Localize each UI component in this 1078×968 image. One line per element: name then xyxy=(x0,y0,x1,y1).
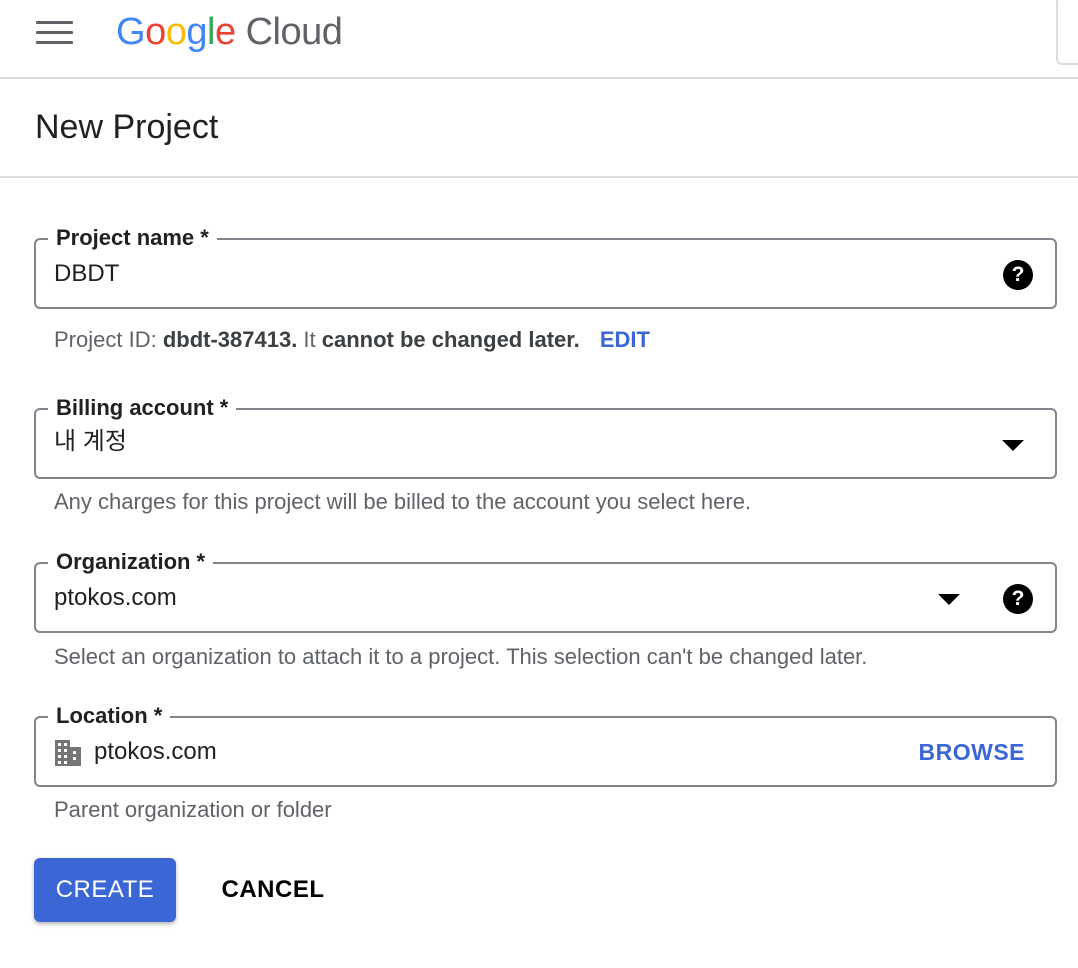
billing-account-value: 내 계정 xyxy=(54,428,127,455)
search-box-edge[interactable] xyxy=(1056,0,1078,65)
chevron-down-icon[interactable] xyxy=(938,594,960,605)
billing-account-label: Billing account * xyxy=(48,393,237,423)
create-button[interactable]: CREATE xyxy=(34,858,176,922)
organization-select[interactable]: Organization * ptokos.com ? xyxy=(34,547,1057,633)
location-hint: Parent organization or folder xyxy=(54,797,332,822)
help-icon[interactable]: ? xyxy=(1003,584,1033,614)
google-cloud-logo[interactable]: Google Cloud xyxy=(116,10,343,58)
organization-hint: Select an organization to attach it to a… xyxy=(54,644,868,669)
project-name-field[interactable]: Project name * DBDT ? xyxy=(34,223,1057,309)
project-id-value: dbdt-387413. xyxy=(162,327,298,352)
page-header: New Project xyxy=(0,81,1078,178)
top-bar: Google Cloud xyxy=(0,0,1078,79)
browse-button[interactable]: BROWSE xyxy=(919,737,1026,767)
location-field[interactable]: Location * ptokos.com BROWSE xyxy=(34,701,1057,787)
organization-value: ptokos.com xyxy=(54,584,177,611)
page-title: New Project xyxy=(35,108,219,146)
cancel-button[interactable]: CANCEL xyxy=(206,858,340,922)
location-value: ptokos.com xyxy=(94,738,217,765)
project-id-hint: Project ID: dbdt-387413. It cannot be ch… xyxy=(54,327,650,352)
edit-project-id-link[interactable]: EDIT xyxy=(600,327,650,352)
organization-label: Organization * xyxy=(48,547,214,577)
building-icon xyxy=(55,740,81,766)
location-label: Location * xyxy=(48,701,171,731)
billing-account-select[interactable]: Billing account * 내 계정 xyxy=(34,393,1057,479)
project-name-label: Project name * xyxy=(48,223,217,253)
menu-icon[interactable] xyxy=(36,21,73,45)
help-icon[interactable]: ? xyxy=(1003,260,1033,290)
chevron-down-icon[interactable] xyxy=(1002,440,1024,451)
billing-account-hint: Any charges for this project will be bil… xyxy=(54,489,752,514)
project-name-input[interactable]: DBDT xyxy=(54,259,119,289)
